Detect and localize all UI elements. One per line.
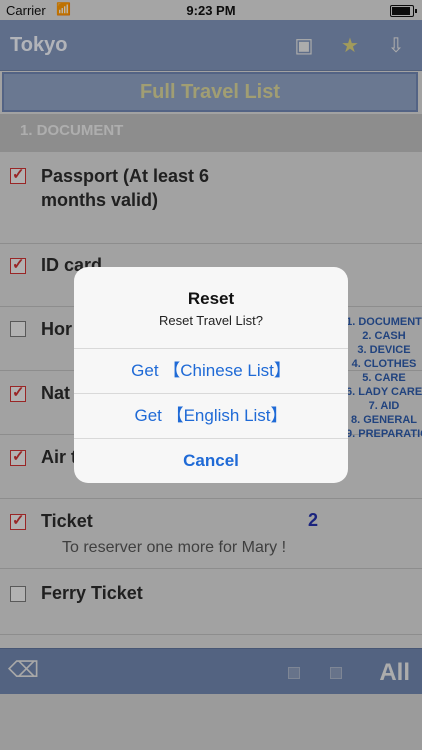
reset-dialog: Reset Reset Travel List? Get 【Chinese Li… (74, 267, 348, 483)
get-chinese-list-button[interactable]: Get 【Chinese List】 (74, 349, 348, 393)
dialog-title: Reset (187, 289, 235, 308)
dialog-message: Reset Travel List? (158, 313, 264, 328)
get-english-list-button[interactable]: Get 【English List】 (74, 394, 348, 438)
cancel-button[interactable]: Cancel (74, 439, 348, 483)
